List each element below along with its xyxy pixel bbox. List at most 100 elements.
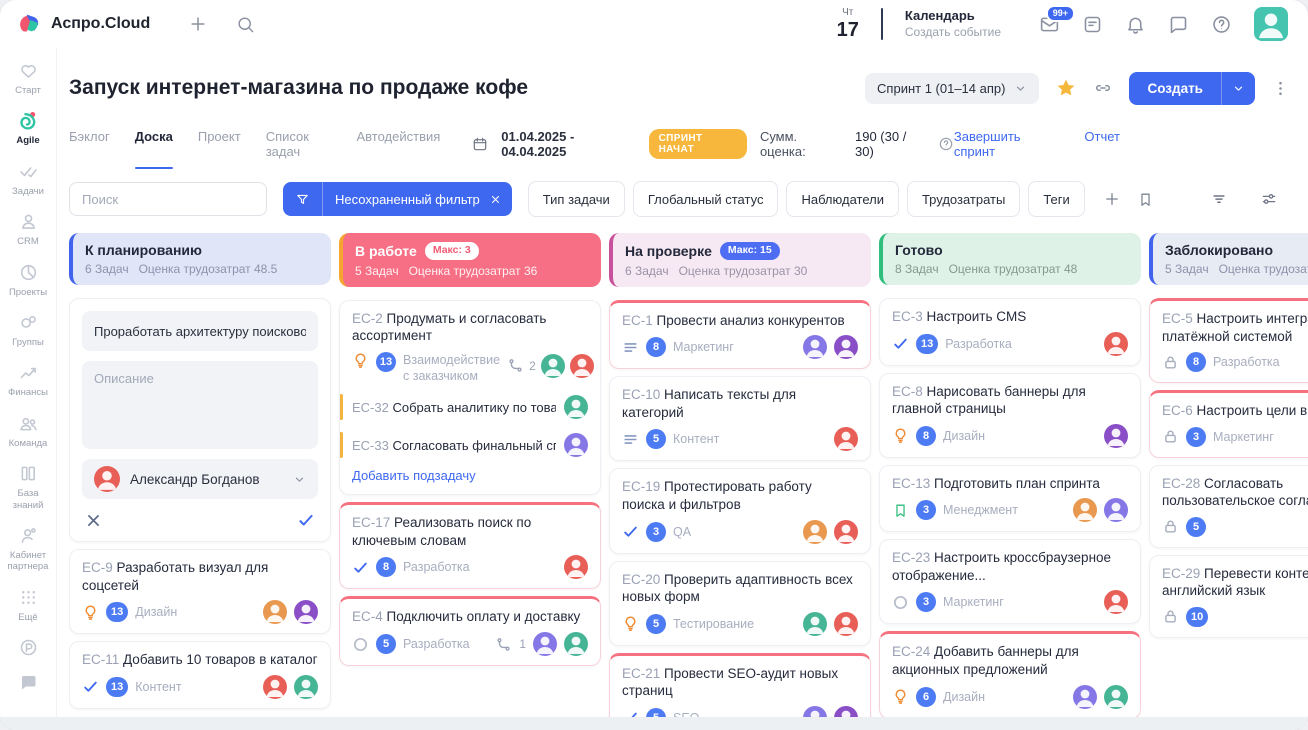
task-card[interactable]: ЕС-23 Настроить кроссбраузерное отображе… [879,539,1141,624]
quick-add-icon[interactable] [188,14,208,34]
create-button[interactable]: Создать [1129,72,1255,105]
task-card[interactable]: ЕС-19 Протестировать работу поиска и фил… [609,468,871,553]
tab-board[interactable]: Доска [135,129,173,169]
task-card[interactable]: ЕС-28 Согласовать пользовательское согла… [1149,465,1308,548]
sort-icon[interactable] [1210,190,1228,208]
task-card[interactable]: ЕС-13 Подготовить план спринта3Менеджмен… [879,465,1141,533]
assignee-avatar [803,335,827,359]
new-task-title-input[interactable] [82,311,318,351]
sidebar-item-crm[interactable]: CRM [0,211,56,247]
check-icon [82,678,99,695]
filter-chip-watchers[interactable]: Наблюдатели [786,181,899,217]
copy-link-icon[interactable] [1093,78,1113,98]
task-card[interactable]: ЕС-17 Реализовать поиск по ключевым слов… [339,502,601,589]
subtask-row[interactable]: ЕС-33 Согласовать финальный сп... [340,426,600,460]
cancel-icon[interactable] [85,512,102,529]
column-header-in-progress[interactable]: В работеМакс: 35 ЗадачОценка трудозатрат… [339,233,601,287]
messages-icon[interactable]: 99+ [1039,14,1060,35]
task-card[interactable]: ЕС-11 Добавить 10 товаров в каталог13Кон… [69,641,331,709]
plogo-icon [18,637,39,658]
sidebar-item-finance[interactable]: Финансы [0,362,56,398]
notes-icon[interactable] [1082,14,1103,35]
bulb-icon [892,427,909,444]
new-task-description-input[interactable] [82,361,318,449]
tab-project[interactable]: Проект [198,129,241,169]
task-card[interactable]: ЕС-1 Провести анализ конкурентов8Маркети… [609,300,871,370]
task-card[interactable]: ЕС-4 Подключить оплату и доставку5Разраб… [339,596,601,666]
sidebar-item-support-chat[interactable] [0,672,56,693]
clear-filter-button[interactable] [486,194,512,205]
sidebar-item-tasks[interactable]: Задачи [0,161,56,197]
column-header-to-plan[interactable]: К планированию6 ЗадачОценка трудозатрат … [69,233,331,285]
sidebar-item-agile[interactable]: Agile [0,110,56,146]
sidebar-item-partner-cabinet[interactable]: Кабинет партнера [0,525,56,573]
task-id: ЕС-3 [892,309,927,324]
more-options-icon[interactable] [1271,79,1290,98]
column-title: На проверке [625,243,712,259]
task-card[interactable]: ЕС-2 Продумать и согласовать ассортимент… [339,300,601,496]
today-date[interactable]: Чт 17 [837,8,859,40]
branch-icon [495,636,512,653]
active-filter-label: Несохраненный фильтр [323,192,486,207]
chat-icon[interactable] [1168,14,1189,35]
create-event-link: Создать событие [905,25,1001,41]
subtask-row[interactable]: ЕС-32 Собрать аналитику по това... [340,388,600,422]
filter-chip-tags[interactable]: Теги [1028,181,1084,217]
filter-chip-global-status[interactable]: Глобальный статус [633,181,779,217]
board-settings-icon[interactable] [1260,190,1278,208]
chevron-down-icon [1232,82,1245,95]
column-header-review[interactable]: На проверкеМакс: 156 ЗадачОценка трудоза… [609,233,871,287]
add-filter-icon[interactable] [1103,190,1121,208]
task-card[interactable]: ЕС-24 Добавить баннеры для акционных пре… [879,631,1141,718]
task-card[interactable]: ЕС-8 Нарисовать баннеры для главной стра… [879,373,1141,458]
sidebar-item-projects[interactable]: Проекты [0,262,56,298]
help-icon[interactable] [1211,14,1232,35]
new-task-form[interactable]: Александр Богданов [69,298,331,542]
report-link[interactable]: Отчет [1084,129,1120,159]
sidebar-item-knowledge-base[interactable]: База знаний [0,463,56,511]
sidebar-item-start[interactable]: Старт [0,60,56,96]
column-header-done[interactable]: Готово8 ЗадачОценка трудозатрат 48 [879,233,1141,285]
sidebar-item-team[interactable]: Команда [0,413,56,449]
active-filter-chip[interactable]: Несохраненный фильтр [283,182,512,216]
notifications-icon[interactable] [1125,14,1146,35]
estimate-help-icon[interactable] [938,136,954,152]
tab-task-list[interactable]: Список задач [266,129,332,169]
confirm-icon[interactable] [297,511,315,529]
sidebar-item-label: Agile [14,135,41,146]
estimate-value: 190 (30 / 30) [855,129,925,159]
filter-chip-time-costs[interactable]: Трудозатраты [907,181,1020,217]
add-subtask-link[interactable]: Добавить подзадачу [352,468,476,483]
brand[interactable]: Аспро.Cloud [16,11,150,37]
column-task-count: 6 Задач [85,262,129,276]
close-icon [490,194,501,205]
task-card[interactable]: ЕС-3 Настроить CMS13Разработка [879,298,1141,366]
task-card[interactable]: ЕС-9 Разработать визуал для соцсетей13Ди… [69,549,331,634]
assignee-select[interactable]: Александр Богданов [82,459,318,499]
sidebar-item-more[interactable]: Ещё [0,587,56,623]
tab-automations[interactable]: Автодействия [357,129,441,169]
sidebar-item-groups[interactable]: Группы [0,312,56,348]
column-stats: 8 ЗадачОценка трудозатрат 48 [895,262,1129,276]
task-card[interactable]: ЕС-20 Проверить адаптивность всех новых … [609,561,871,646]
filter-chip-task-type[interactable]: Тип задачи [528,181,625,217]
save-filter-icon[interactable] [1137,191,1154,208]
column-header-blocked[interactable]: Заблокировано5 ЗадачОценка трудозатрат [1149,233,1308,285]
calendar-widget[interactable]: Календарь Создать событие [905,8,1001,40]
lock-icon [1162,354,1179,371]
task-title: ЕС-24 Добавить баннеры для акционных пре… [892,643,1128,678]
sprint-meta: 01.04.2025 - 04.04.2025 СПРИНТ НАЧАТ Сум… [472,129,954,169]
task-card[interactable]: ЕС-6 Настроить цели в3Маркетинг [1149,390,1308,458]
finish-sprint-link[interactable]: Завершить спринт [954,129,1059,159]
global-search-icon[interactable] [236,15,255,34]
task-card[interactable]: ЕС-29 Перевести контент на английский яз… [1149,555,1308,638]
create-dropdown-caret[interactable] [1222,72,1255,105]
sidebar-item-partner-program[interactable] [0,637,56,658]
favorite-star-icon[interactable] [1055,77,1077,99]
sprint-select[interactable]: Спринт 1 (01–14 апр) [865,73,1039,104]
task-card[interactable]: ЕС-5 Настроить интеграцию с платёжной си… [1149,298,1308,383]
search-input[interactable] [69,182,267,216]
task-card[interactable]: ЕС-10 Написать тексты для категорий5Конт… [609,376,871,461]
tab-backlog[interactable]: Бэклог [69,129,110,169]
user-avatar[interactable] [1254,7,1288,41]
